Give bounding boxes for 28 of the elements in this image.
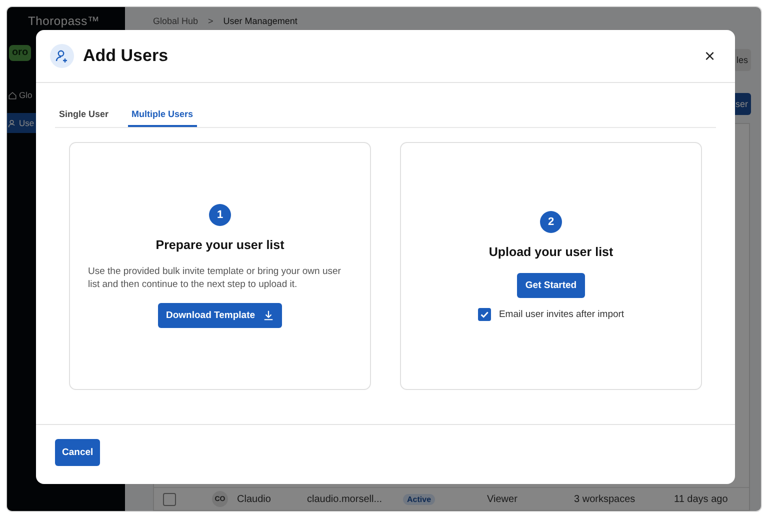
get-started-button[interactable]: Get Started	[517, 273, 585, 298]
tab[interactable]: Single User	[55, 105, 113, 127]
breadcrumb-link[interactable]: Global Hub	[153, 16, 198, 27]
status-badge: Active	[403, 494, 436, 504]
step-title: Prepare your user list	[156, 238, 284, 252]
home-icon	[8, 90, 17, 100]
checkbox[interactable]	[478, 308, 491, 321]
last-active: 11 days ago	[674, 494, 728, 504]
user-email: claudio.morsell...	[307, 494, 384, 504]
step-title: Upload your user list	[488, 245, 614, 259]
nav-item[interactable]: Glo	[7, 85, 125, 105]
cancel-button[interactable]: Cancel	[55, 439, 100, 466]
checkbox-label: Email user invites after import	[498, 309, 624, 320]
step-number: 1	[209, 204, 231, 226]
download-icon	[263, 310, 274, 322]
user-role: Viewer	[487, 494, 518, 504]
add-user-icon	[50, 44, 74, 68]
logo: Thoropass™	[27, 13, 101, 28]
download-template-button[interactable]: Download Template	[158, 303, 282, 328]
row-checkbox[interactable]	[163, 492, 176, 506]
tab[interactable]: Multiple Users	[128, 105, 198, 127]
close-button[interactable]: ×	[702, 46, 717, 66]
step-number: 2	[540, 211, 562, 233]
workspace-count: 3 workspaces	[574, 494, 636, 504]
breadcrumb-separator: >	[208, 16, 214, 27]
user-name: Claudio	[237, 494, 272, 504]
step-description: Use the provided bulk invite template or bring your own user list and then continue to the next step to upload it.	[88, 266, 342, 292]
dialog-title: Add Users	[83, 46, 170, 66]
